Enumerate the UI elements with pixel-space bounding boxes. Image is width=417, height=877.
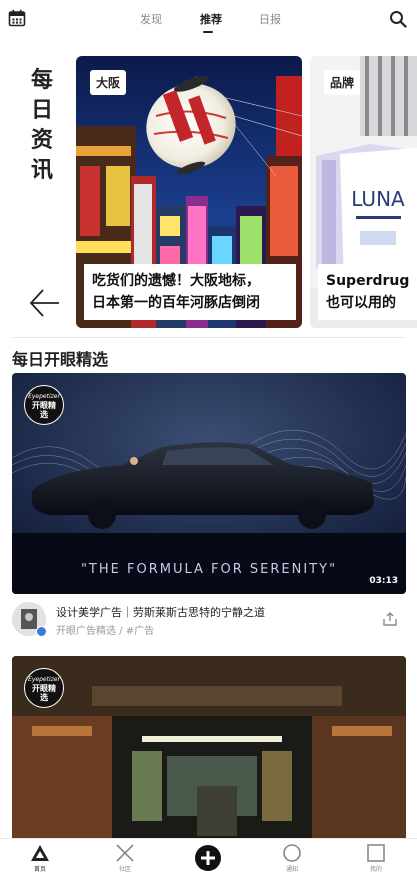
nav-label: 通知 <box>285 866 298 873</box>
nav-label: 我的 <box>369 866 382 873</box>
arrow-left-icon[interactable] <box>28 286 62 320</box>
nav-label: 首页 <box>33 866 46 873</box>
caption-line: 吃货们的遗憾！大阪地标， <box>92 273 260 289</box>
video-meta: 设计美学广告｜劳斯莱斯古思特的宁静之道 开眼广告精选 / #广告 <box>12 601 406 641</box>
card-tag: 品牌 <box>324 70 361 95</box>
community-icon <box>116 844 134 862</box>
nav-mine[interactable]: 我的 <box>346 839 406 877</box>
eyepetizer-badge: Eyepetizer 开眼精选 <box>24 668 64 708</box>
add-icon <box>195 845 221 871</box>
top-bar: 发现 推荐 日报 <box>0 0 417 38</box>
card-caption: Superdrug 也可以用的 <box>318 264 417 320</box>
video-duration: 03:13 <box>369 576 398 586</box>
badge-text: 开眼精选 <box>32 401 56 419</box>
nav-label: 社区 <box>118 866 131 873</box>
badge-text: 开眼精选 <box>32 684 56 702</box>
profile-icon <box>367 844 385 862</box>
video-cover-rolls-royce[interactable]: "THE FORMULA FOR SERENITY" Eyepetizer 开眼… <box>12 373 406 594</box>
nav-home[interactable]: 首页 <box>10 839 70 877</box>
tab-discover[interactable]: 发现 <box>140 11 162 27</box>
nav-publish[interactable] <box>178 839 238 877</box>
video-title[interactable]: 设计美学广告｜劳斯莱斯古思特的宁静之道 <box>56 604 265 620</box>
bottom-nav: 首页 社区 通知 我的 <box>0 838 417 877</box>
home-icon <box>31 845 49 861</box>
caption-line: Superdrug <box>326 273 410 289</box>
search-icon[interactable] <box>389 10 407 28</box>
video-overlay-text: "THE FORMULA FOR SERENITY" <box>81 562 337 577</box>
tab-daily[interactable]: 日报 <box>259 11 281 27</box>
card-caption: 吃货们的遗憾！大阪地标， 日本第一的百年河豚店倒闭 <box>84 264 296 320</box>
eyepetizer-badge: Eyepetizer 开眼精选 <box>24 385 64 425</box>
bookshop-image <box>12 656 406 838</box>
caption-line: 日本第一的百年河豚店倒闭 <box>92 295 260 311</box>
news-card-brand[interactable]: LUNA 品牌 Superdrug 也可以用的 <box>310 56 417 328</box>
rolls-royce-image: "THE FORMULA FOR SERENITY" <box>12 373 406 594</box>
top-tabs: 发现 推荐 日报 <box>0 0 417 38</box>
notification-icon <box>283 844 301 862</box>
tab-recommend[interactable]: 推荐 <box>200 11 222 27</box>
nav-notifications[interactable]: 通知 <box>262 839 322 877</box>
badge-script: Eyepetizer <box>28 393 60 400</box>
daily-news-title: 每日资讯 <box>30 68 53 183</box>
video-subtitle: 开眼广告精选 / #广告 <box>56 626 155 637</box>
verified-badge-icon <box>36 626 47 637</box>
video-cover-bookshop[interactable]: Eyepetizer 开眼精选 <box>12 656 406 838</box>
share-icon[interactable] <box>382 611 398 627</box>
section-title: 每日开眼精选 <box>12 350 109 369</box>
section-divider <box>12 337 405 338</box>
active-tab-indicator <box>203 31 213 33</box>
badge-script: Eyepetizer <box>28 676 60 683</box>
nav-community[interactable]: 社区 <box>95 839 155 877</box>
daily-news-section: 每日资讯 大阪 吃货们的遗憾！大阪地标， 日本第一的百年河豚店倒闭 LUNA 品… <box>0 46 417 336</box>
news-card-osaka[interactable]: 大阪 吃货们的遗憾！大阪地标， 日本第一的百年河豚店倒闭 <box>76 56 302 328</box>
card-tag: 大阪 <box>90 70 127 95</box>
caption-line: 也可以用的 <box>326 295 396 311</box>
luna-brand: LUNA <box>351 187 405 211</box>
